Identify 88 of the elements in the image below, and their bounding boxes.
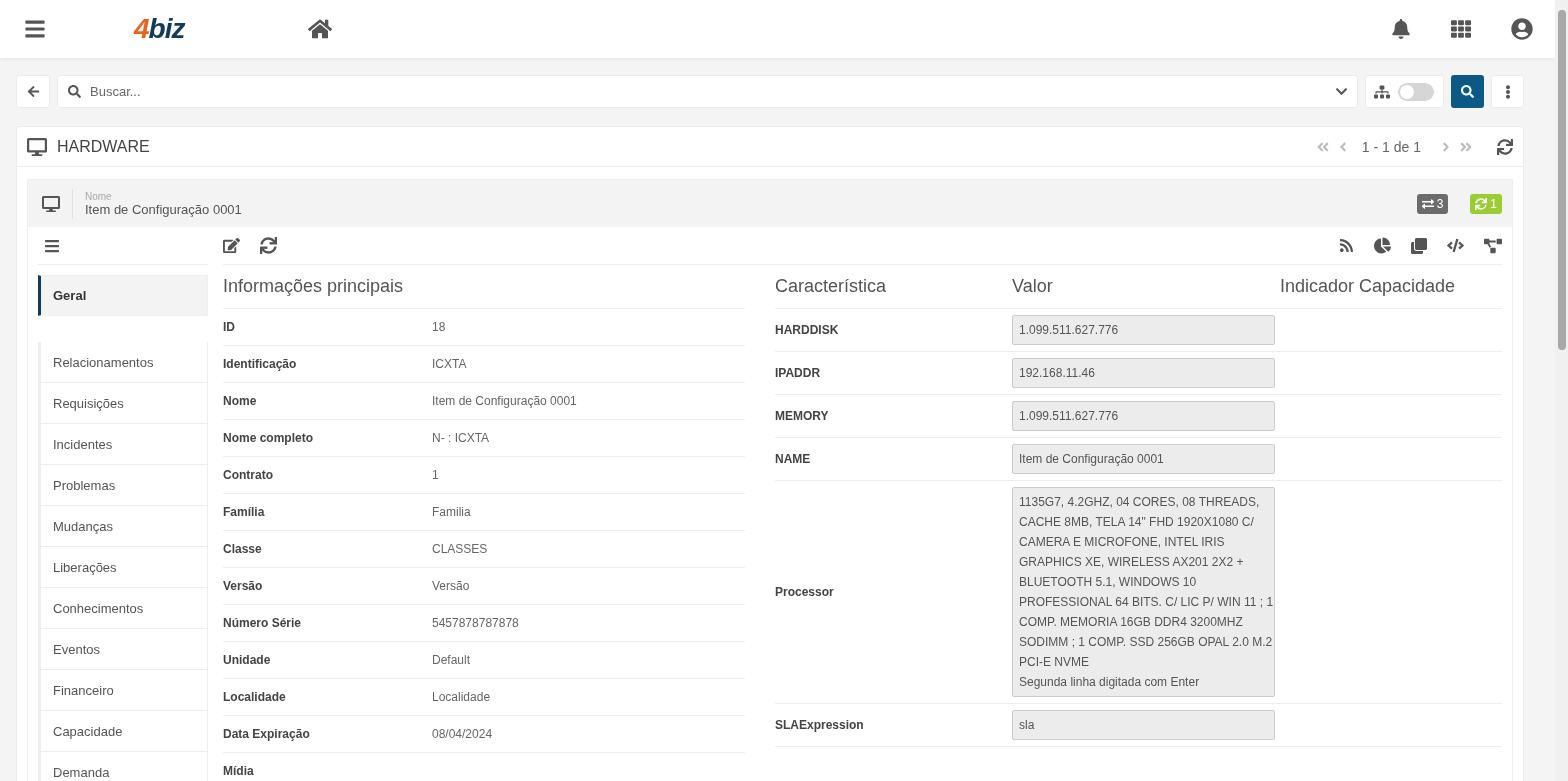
field-value: 5457878787878 (432, 616, 519, 630)
sidebar-item[interactable]: Liberações (38, 547, 208, 588)
bell-icon[interactable] (1391, 19, 1411, 39)
sidebar-item[interactable]: Requisições (38, 383, 208, 424)
monitor-icon (27, 136, 47, 157)
item-name: Item de Configuração 0001 (85, 201, 242, 217)
more-button[interactable] (1491, 75, 1524, 108)
rss-icon[interactable] (1339, 238, 1354, 253)
grid-icon[interactable] (1451, 19, 1471, 39)
logo[interactable]: 4biz (134, 13, 185, 45)
sidebar-item[interactable]: Geral (38, 275, 208, 316)
chevron-down-icon[interactable] (1335, 85, 1348, 98)
scrollbar[interactable] (1555, 0, 1568, 781)
back-button[interactable] (16, 75, 50, 108)
monitor-icon (42, 194, 60, 213)
sidebar-item[interactable]: Relacionamentos (38, 342, 208, 383)
menu-icon[interactable] (24, 18, 46, 40)
home-icon[interactable] (308, 17, 333, 41)
copy-icon[interactable] (1411, 237, 1427, 254)
field-label: Identificação (223, 357, 298, 371)
column-header: Característica (775, 276, 888, 297)
field-label: Família (223, 505, 266, 519)
search-field[interactable]: Buscar... (57, 75, 1358, 108)
search-button[interactable] (1451, 75, 1484, 108)
field-value: Versão (432, 579, 470, 593)
field-value: N- : ICXTA (432, 431, 490, 445)
refresh-icon[interactable] (260, 237, 277, 254)
characteristic-name: SLAExpression (775, 718, 865, 732)
value-field[interactable]: 192.168.11.46 (1012, 358, 1275, 388)
sidebar-item[interactable]: Capacidade (38, 711, 208, 752)
field-value: Familia (432, 505, 471, 519)
panel-title: HARDWARE (57, 137, 150, 156)
section-title: Informações principais (223, 276, 404, 297)
field-value: Default (432, 653, 471, 667)
field-value: ICXTA (432, 357, 467, 371)
column-header: Indicador Capacidade (1280, 276, 1456, 297)
sidebar-item[interactable]: Financeiro (38, 670, 208, 711)
field-label: Data Expiração (223, 727, 311, 741)
field-label: Nome completo (223, 431, 314, 445)
characteristic-name: NAME (775, 452, 812, 466)
field-label: Localidade (223, 690, 287, 704)
characteristic-name: Processor (775, 585, 835, 599)
search-icon (68, 85, 81, 98)
sidebar-item[interactable]: Eventos (38, 629, 208, 670)
refresh-icon (1475, 197, 1488, 210)
field-label: Versão (223, 579, 264, 593)
sidebar-item[interactable]: Problemas (38, 465, 208, 506)
field-value: CLASSES (432, 542, 488, 556)
value-field[interactable]: 1.099.511.627.776 (1012, 315, 1275, 345)
field-label: Nome (223, 394, 258, 408)
value-field[interactable]: sla (1012, 710, 1275, 740)
field-label: Número Série (223, 616, 303, 630)
menu-icon[interactable] (44, 237, 60, 254)
field-label: Mídia (223, 764, 255, 778)
field-label: Classe (223, 542, 263, 556)
field-value: 08/04/2024 (432, 727, 493, 741)
user-icon[interactable] (1511, 18, 1533, 40)
field-value: Item de Configuração 0001 (432, 394, 577, 408)
field-label: Contrato (223, 468, 274, 482)
characteristic-name: IPADDR (775, 366, 822, 380)
field-value: Localidade (432, 690, 491, 704)
sidebar-item[interactable]: Mudanças (38, 506, 208, 547)
refresh-icon[interactable] (1497, 138, 1513, 155)
hierarchy-icon (1374, 83, 1390, 100)
column-header: Valor (1012, 276, 1054, 297)
value-field[interactable]: Item de Configuração 0001 (1012, 444, 1275, 474)
edit-icon[interactable] (223, 237, 240, 254)
search-icon (1461, 85, 1474, 98)
value-field[interactable]: 1135G7, 4.2GHZ, 04 CORES, 08 THREADS, CACHE 8MB, TELA 14" FHD 1920X1080 C/ CAMERA E MICROFONE, INTEL IRIS GRAPHICS XE, WIRELESS AX201 2X2 + BLUETOOTH 5.1, WINDOWS 10 PROFESSIONAL 64 BITS. C/ LIC P/ WIN 11 ; 1 COMP. MEMORIA 16GB DDR4 3200MHZ SODIMM ; 1 COMP. SSD 256GB OPAL 2.0 M.2 PCI-E NVME Segunda linha digitada com Enter (1012, 487, 1275, 697)
diagram-icon[interactable] (1484, 236, 1502, 255)
field-label: Unidade (223, 653, 272, 667)
arrow-left-icon (26, 85, 40, 98)
characteristic-name: HARDDISK (775, 323, 840, 337)
arrows-icon (1421, 197, 1434, 210)
pie-chart-icon[interactable] (1374, 237, 1391, 254)
field-value: 1 (432, 468, 439, 482)
count-badge[interactable]: 3 (1416, 193, 1449, 214)
name-label: Nome (85, 190, 113, 202)
pagination-text: 1 - 1 de 1 (1361, 138, 1421, 155)
code-icon[interactable] (1447, 237, 1464, 254)
sidebar-item[interactable]: Conhecimentos (38, 588, 208, 629)
characteristic-name: MEMORY (775, 409, 830, 423)
toggle-switch[interactable] (1398, 82, 1434, 101)
field-value: 18 (432, 320, 446, 334)
value-field[interactable]: 1.099.511.627.776 (1012, 401, 1275, 431)
sidebar-item[interactable]: Incidentes (38, 424, 208, 465)
field-label: ID (223, 320, 236, 334)
sidebar-item[interactable]: Demanda (38, 752, 208, 781)
